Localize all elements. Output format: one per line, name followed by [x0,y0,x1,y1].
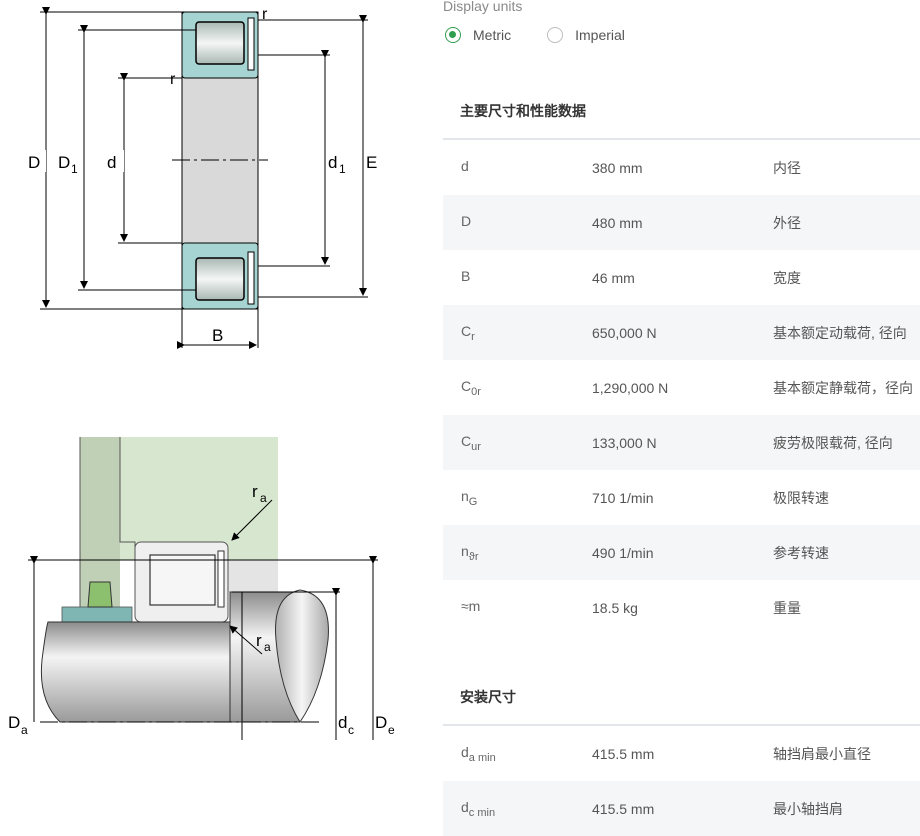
description-cell: 参考转速 [773,544,829,561]
label-D1-sub: 1 [71,162,78,176]
radio-checked-icon[interactable] [445,27,461,43]
description-cell: 极限转速 [773,489,829,506]
label-Da-sub: a [21,723,28,737]
description-cell: 疲劳极限载荷, 径向 [773,434,893,451]
metric-radio[interactable]: Metric [445,27,511,43]
description-cell: 最小轴挡肩 [773,800,843,817]
table-row: B 46 mm 宽度 [443,250,920,305]
value-cell: 1,290,000 N [592,379,669,396]
label-ra-top: r [252,482,258,501]
label-Da: D [8,713,20,732]
table-row: nϑr 490 1/min 参考转速 [443,525,920,580]
label-De-sub: e [388,723,395,737]
imperial-radio-label[interactable]: Imperial [575,27,625,43]
label-dc-sub: c [348,723,354,737]
imperial-radio[interactable]: Imperial [547,27,625,43]
symbol-cell: D [461,212,472,229]
value-cell: 710 1/min [592,489,654,506]
table-row: D 480 mm 外径 [443,195,920,250]
description-cell: 内径 [773,159,801,176]
value-cell: 18.5 kg [592,599,638,616]
table-row: dc min 415.5 mm 最小轴挡肩 [443,781,920,836]
symbol-cell: C0r [461,377,481,398]
description-cell: 基本额定动载荷, 径向 [773,324,907,341]
section-title-dimensions: 主要尺寸和性能数据 [460,103,586,119]
label-ra-top-sub: a [260,491,267,505]
table-row: d 380 mm 内径 [443,140,920,195]
label-De: D [375,713,387,732]
value-cell: 490 1/min [592,544,654,561]
section-title-mounting: 安装尺寸 [460,689,516,705]
label-ra-bottom-sub: a [264,640,271,654]
description-cell: 轴挡肩最小直径 [773,745,871,762]
symbol-cell: nG [461,487,478,508]
symbol-cell: d [461,157,469,174]
mounting-diagram: r a r a D a d c D e [8,437,395,740]
unit-selector: Metric Imperial [445,27,661,43]
value-cell: 133,000 N [592,434,657,451]
value-cell: 415.5 mm [592,745,655,762]
value-cell: 380 mm [592,159,643,176]
label-D: D [28,153,40,172]
description-cell: 宽度 [773,269,801,286]
value-cell: 415.5 mm [592,800,655,817]
value-cell: 480 mm [592,214,643,231]
symbol-cell: nϑr [461,542,479,563]
mounting-table: da min 415.5 mm 轴挡肩最小直径 dc min 415.5 mm 最小轴挡… [443,724,920,836]
value-cell: 46 mm [592,269,635,286]
label-d1-sub: 1 [339,162,346,176]
label-B: B [212,326,223,345]
label-E: E [366,153,377,172]
label-d1: d [328,153,337,172]
label-dc: d [338,713,347,732]
display-units-label: Display units [443,0,523,14]
description-cell: 重量 [773,599,801,616]
symbol-cell: B [461,267,471,284]
label-r-top: r [262,6,268,23]
symbol-cell: ≈m [461,597,481,614]
description-cell: 外径 [773,214,801,231]
metric-radio-label[interactable]: Metric [473,27,511,43]
label-ra-bottom: r [256,631,262,650]
label-r-inner: r [170,71,176,88]
radio-unchecked-icon[interactable] [547,27,564,43]
bearing-diagram: D D 1 d d 1 E B r r r a r a D a d c D e [8,6,395,740]
dimensions-table: d 380 mm 内径 D 480 mm 外径 B 46 mm 宽度 Cr 650,000 N… [443,138,920,635]
table-row: ≈m 18.5 kg 重量 [443,580,920,635]
table-row: nG 710 1/min 极限转速 [443,470,920,525]
symbol-cell: da min [461,743,496,764]
label-D1: D [58,153,70,172]
symbol-cell: dc min [461,798,496,819]
label-d: d [107,153,116,172]
description-cell: 基本额定静载荷，径向 [773,379,913,396]
bearing-drawings: D D 1 d d 1 E B r r r a r a D a d c D e [0,0,440,821]
value-cell: 650,000 N [592,324,657,341]
specifications-panel: Display units Metric Imperial 主要尺寸和性能数据 … [443,0,920,836]
table-row: da min 415.5 mm 轴挡肩最小直径 [443,726,920,781]
table-row: Cur 133,000 N 疲劳极限载荷, 径向 [443,415,920,470]
symbol-cell: Cr [461,322,475,343]
cross-section-diagram: D D 1 d d 1 E B r r [26,6,382,349]
symbol-cell: Cur [461,432,481,453]
table-row: Cr 650,000 N 基本额定动载荷, 径向 [443,305,920,360]
table-row: C0r 1,290,000 N 基本额定静载荷，径向 [443,360,920,415]
